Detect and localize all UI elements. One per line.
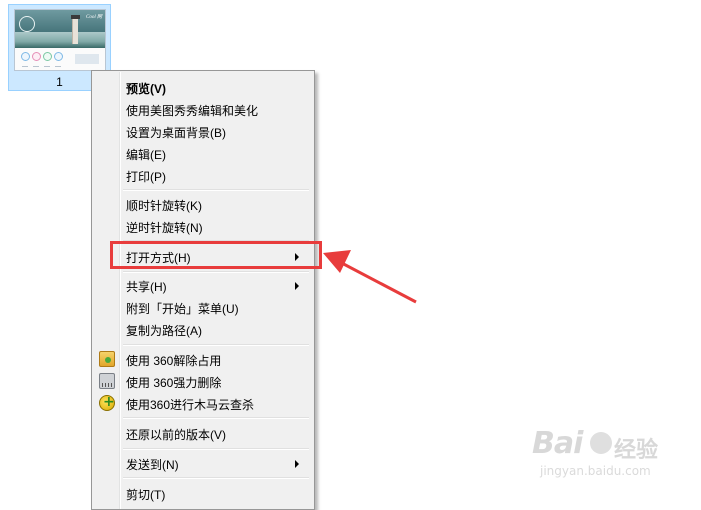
paw-logo-icon (590, 432, 612, 454)
red-arrow-icon (323, 250, 417, 304)
baidu-jingyan-watermark: Bai 经验 jingyan.baidu.com (532, 426, 659, 478)
